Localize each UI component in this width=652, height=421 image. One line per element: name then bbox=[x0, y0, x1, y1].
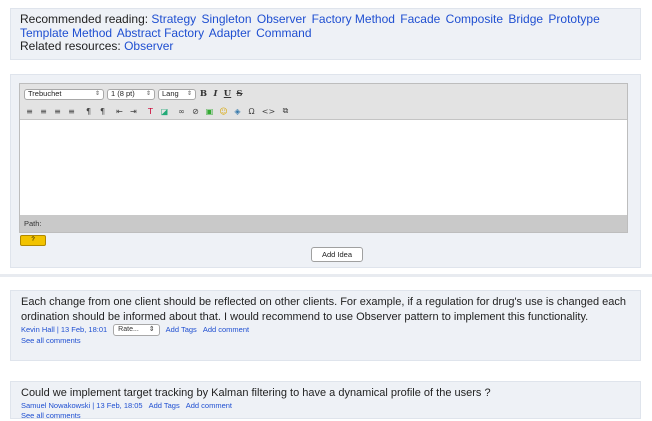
see-all-comments-link[interactable]: See all comments bbox=[21, 411, 630, 421]
select-arrow-icon: ⇕ bbox=[186, 91, 192, 97]
add-tags-link[interactable]: Add Tags bbox=[149, 401, 180, 411]
html-source-icon[interactable]: <> bbox=[262, 106, 275, 117]
align-justify-icon[interactable]: ≡ bbox=[66, 106, 77, 117]
strikethrough-button[interactable]: S bbox=[235, 89, 244, 100]
rate-select[interactable]: Rate... ⇕ bbox=[113, 324, 160, 336]
reading-link-template-method[interactable]: Template Method bbox=[20, 26, 112, 40]
reading-link-bridge[interactable]: Bridge bbox=[508, 12, 543, 26]
font-size-select[interactable]: 1 (8 pt) ⇕ bbox=[107, 88, 155, 100]
related-link-observer[interactable]: Observer bbox=[124, 39, 173, 53]
insert-media-icon[interactable]: ◈ bbox=[232, 106, 243, 117]
idea-meta: Kevin Hall | 13 Feb, 18:01 Rate... ⇕ Add… bbox=[21, 324, 630, 336]
underline-button[interactable]: U bbox=[223, 89, 232, 100]
select-arrow-icon: ⇕ bbox=[148, 326, 155, 333]
select-arrow-icon: ⇕ bbox=[145, 91, 151, 97]
language-select[interactable]: Lang ⇕ bbox=[158, 88, 196, 100]
image-icon[interactable]: ▣ bbox=[204, 106, 215, 117]
add-idea-button[interactable]: Add Idea bbox=[311, 247, 363, 262]
reading-link-prototype[interactable]: Prototype bbox=[548, 12, 599, 26]
author-line[interactable]: Kevin Hall | 13 Feb, 18:01 bbox=[21, 325, 107, 335]
help-badge-text: ? bbox=[31, 237, 35, 243]
reading-link-factory-method[interactable]: Factory Method bbox=[312, 12, 395, 26]
reading-link-abstract-factory[interactable]: Abstract Factory bbox=[117, 26, 204, 40]
font-family-value: Trebuchet bbox=[28, 89, 62, 98]
fullscreen-icon[interactable]: ⧉ bbox=[280, 106, 291, 117]
reading-link-command[interactable]: Command bbox=[256, 26, 311, 40]
add-comment-link[interactable]: Add comment bbox=[203, 325, 249, 335]
idea-editor-panel: Trebuchet ⇕ 1 (8 pt) ⇕ Lang ⇕ B I U S ≡ … bbox=[10, 74, 641, 268]
recommended-reading-box: Recommended reading: Strategy Singleton … bbox=[10, 8, 641, 60]
text-color-icon[interactable]: T bbox=[145, 106, 156, 117]
see-all-comments-link[interactable]: See all comments bbox=[21, 336, 630, 346]
reading-link-adapter[interactable]: Adapter bbox=[209, 26, 251, 40]
italic-button[interactable]: I bbox=[211, 89, 220, 100]
idea-card: Could we implement target tracking by Ka… bbox=[10, 381, 641, 421]
align-center-icon[interactable]: ≡ bbox=[38, 106, 49, 117]
ltr-icon[interactable]: ¶ bbox=[83, 106, 94, 117]
section-divider bbox=[0, 274, 652, 277]
reading-link-composite[interactable]: Composite bbox=[446, 12, 503, 26]
editor-toolbar: Trebuchet ⇕ 1 (8 pt) ⇕ Lang ⇕ B I U S ≡ … bbox=[20, 84, 627, 120]
add-tags-link[interactable]: Add Tags bbox=[166, 325, 197, 335]
idea-text: Could we implement target tracking by Ka… bbox=[21, 387, 491, 399]
idea-meta: Samuel Nowakowski | 13 Feb, 18:05 Add Ta… bbox=[21, 401, 630, 411]
special-char-icon[interactable]: Ω bbox=[246, 106, 257, 117]
reading-link-observer[interactable]: Observer bbox=[257, 12, 306, 26]
idea-text: Each change from one client should be re… bbox=[21, 296, 627, 323]
rtl-icon[interactable]: ¶ bbox=[97, 106, 108, 117]
add-comment-link[interactable]: Add comment bbox=[186, 401, 232, 411]
outdent-icon[interactable]: ⇤ bbox=[114, 106, 125, 117]
language-value: Lang bbox=[162, 89, 179, 98]
font-family-select[interactable]: Trebuchet ⇕ bbox=[24, 88, 104, 100]
help-badge-icon[interactable]: ? bbox=[20, 235, 46, 246]
unlink-icon[interactable]: ⊘ bbox=[190, 106, 201, 117]
smiley-icon[interactable]: ☺ bbox=[218, 106, 229, 117]
align-left-icon[interactable]: ≡ bbox=[24, 106, 35, 117]
font-size-value: 1 (8 pt) bbox=[111, 89, 135, 98]
editor-path-bar: Path: bbox=[20, 215, 627, 232]
editor-text-area[interactable] bbox=[20, 120, 627, 215]
bold-button[interactable]: B bbox=[199, 89, 208, 100]
background-color-icon[interactable]: ◪ bbox=[159, 106, 170, 117]
reading-link-facade[interactable]: Facade bbox=[400, 12, 440, 26]
recommended-reading-label: Recommended reading: bbox=[20, 12, 149, 26]
align-right-icon[interactable]: ≡ bbox=[52, 106, 63, 117]
idea-card: Each change from one client should be re… bbox=[10, 290, 641, 361]
related-resources-label: Related resources: bbox=[20, 39, 121, 53]
path-label: Path: bbox=[24, 219, 42, 228]
rate-select-value: Rate... bbox=[118, 326, 139, 333]
select-arrow-icon: ⇕ bbox=[94, 91, 100, 97]
reading-link-singleton[interactable]: Singleton bbox=[201, 12, 251, 26]
indent-icon[interactable]: ⇥ bbox=[128, 106, 139, 117]
reading-link-strategy[interactable]: Strategy bbox=[151, 12, 196, 26]
link-icon[interactable]: ∞ bbox=[176, 106, 187, 117]
rich-text-editor: Trebuchet ⇕ 1 (8 pt) ⇕ Lang ⇕ B I U S ≡ … bbox=[19, 83, 628, 233]
author-line[interactable]: Samuel Nowakowski | 13 Feb, 18:05 bbox=[21, 401, 143, 411]
